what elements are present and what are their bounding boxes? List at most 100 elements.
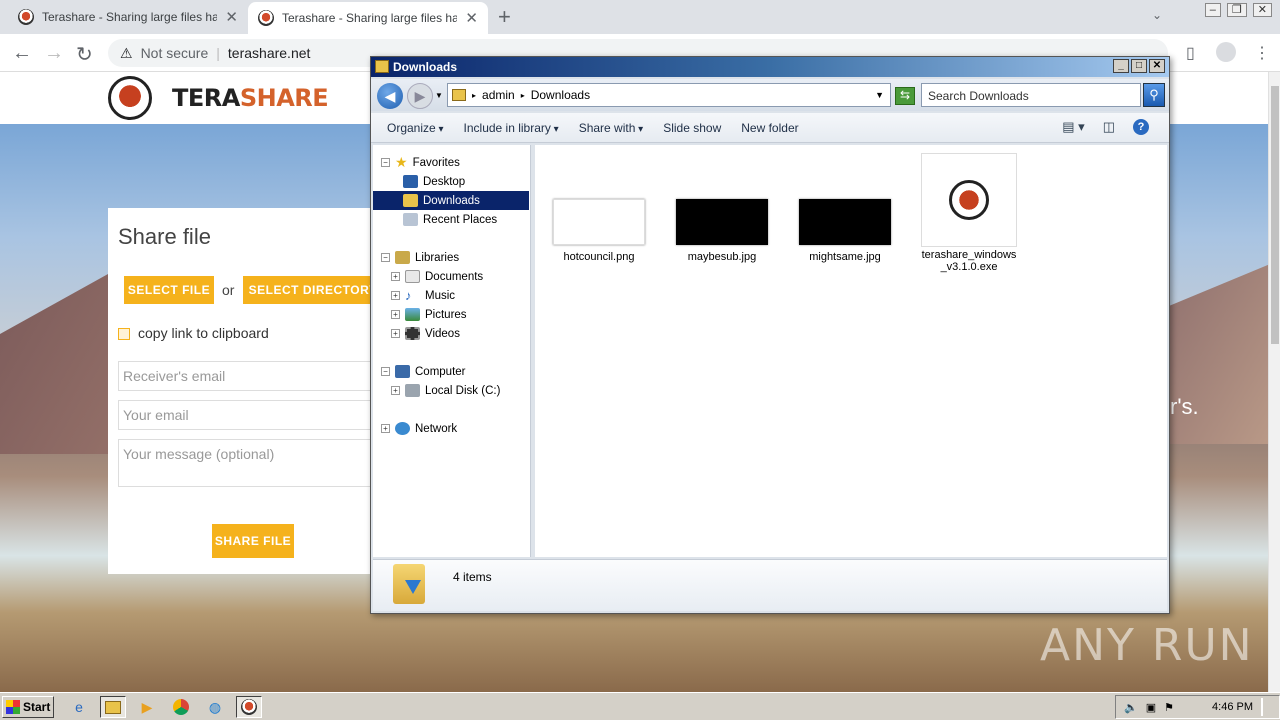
minimize-icon[interactable]: –	[1204, 3, 1221, 17]
select-file-button[interactable]: SELECT FILE	[124, 276, 214, 304]
terashare-taskbar-icon[interactable]	[236, 696, 262, 718]
refresh-icon[interactable]: ⇆	[895, 87, 915, 105]
search-downloads-input[interactable]: Search Downloads	[921, 83, 1141, 107]
recent-pages-chevron-icon[interactable]: ▼	[435, 91, 443, 100]
message-field[interactable]: Your message (optional)	[118, 439, 378, 487]
copy-link-checkbox[interactable]	[118, 328, 130, 340]
nav-local-disk[interactable]: + Local Disk (C:)	[373, 381, 529, 400]
chevron-right-icon[interactable]: ▸	[521, 91, 525, 100]
menu-kebab-icon[interactable]: ⋮	[1254, 43, 1270, 63]
nav-recent-places[interactable]: Recent Places	[373, 210, 529, 229]
share-title: Share file	[118, 224, 211, 249]
address-dropdown-icon[interactable]: ▼	[875, 90, 884, 100]
expand-icon[interactable]: +	[391, 310, 400, 319]
reload-icon[interactable]: ↻	[76, 42, 93, 67]
volume-icon[interactable]: 🔈	[1124, 701, 1138, 714]
file-name: mightsame.jpg	[809, 251, 881, 263]
nav-downloads[interactable]: Downloads	[373, 191, 529, 210]
nav-network[interactable]: + Network	[373, 419, 529, 438]
collapse-icon[interactable]: −	[381, 253, 390, 262]
browser-tab-active[interactable]: Terashare - Sharing large files has ne ✕	[248, 2, 488, 34]
nav-desktop[interactable]: Desktop	[373, 172, 529, 191]
collapse-icon[interactable]: −	[381, 367, 390, 376]
sidebar-icon[interactable]: ▯	[1186, 43, 1195, 63]
your-email-field[interactable]: Your email	[118, 400, 378, 430]
change-view-icon[interactable]: ▤ ▾	[1062, 119, 1084, 135]
expand-icon[interactable]: +	[391, 329, 400, 338]
scrollbar-thumb[interactable]	[1271, 86, 1279, 344]
nav-videos[interactable]: + Videos	[373, 324, 529, 343]
view-controls: ▤ ▾ ◫ ?	[1062, 119, 1149, 135]
breadcrumb-downloads[interactable]: Downloads	[531, 88, 590, 102]
expand-icon[interactable]: +	[391, 272, 400, 281]
terashare-favicon-icon	[18, 9, 34, 25]
profile-avatar-icon[interactable]	[1216, 42, 1236, 62]
security-label[interactable]: Not secure	[141, 45, 209, 61]
warning-icon[interactable]: ⚠	[120, 45, 133, 62]
share-with-menu[interactable]: Share with	[579, 121, 644, 135]
nav-favorites[interactable]: − ★ Favorites	[373, 153, 529, 172]
nav-pictures[interactable]: + Pictures	[373, 305, 529, 324]
restore-icon[interactable]: ❐	[1226, 3, 1247, 17]
minimize-icon[interactable]: _	[1113, 59, 1129, 73]
file-item[interactable]: terashare_windows_v3.1.0.exe	[919, 153, 1019, 273]
close-icon[interactable]: ✕	[1149, 59, 1165, 73]
network-tray-icon[interactable]: ▣	[1146, 701, 1156, 714]
explorer-taskbar-icon[interactable]	[100, 696, 126, 718]
help-icon[interactable]: ?	[1133, 119, 1149, 135]
breadcrumb[interactable]: ▸ admin ▸ Downloads ▼	[447, 83, 891, 107]
new-folder-button[interactable]: New folder	[741, 121, 798, 135]
file-item[interactable]: maybesub.jpg	[672, 199, 772, 263]
forward-arrow-icon[interactable]: →	[44, 42, 64, 65]
close-tab-icon[interactable]: ✕	[465, 9, 478, 27]
preview-pane-icon[interactable]: ◫	[1103, 119, 1115, 135]
copy-link-label[interactable]: copy link to clipboard	[138, 325, 269, 341]
share-file-button[interactable]: SHARE FILE	[212, 524, 294, 558]
collapse-icon[interactable]: −	[381, 158, 390, 167]
maximize-icon[interactable]: □	[1131, 59, 1147, 73]
brand-name[interactable]: TERASHARE	[172, 84, 329, 112]
select-directory-button[interactable]: SELECT DIRECTORY	[243, 276, 383, 304]
chrome-icon[interactable]	[168, 696, 194, 718]
share-file-card: Share file SELECT FILE or SELECT DIRECTO…	[108, 208, 408, 574]
nav-documents[interactable]: + Documents	[373, 267, 529, 286]
start-button[interactable]: Start	[2, 696, 54, 718]
nav-libraries[interactable]: − Libraries	[373, 248, 529, 267]
file-thumbnail	[799, 199, 891, 245]
clock[interactable]: 4:46 PM	[1212, 701, 1253, 713]
forward-button[interactable]: ▶	[407, 83, 433, 109]
explorer-window-controls: _ □ ✕	[1113, 59, 1165, 73]
flag-tray-icon[interactable]: ⚑	[1164, 701, 1174, 714]
file-thumbnail	[553, 199, 645, 245]
expand-icon[interactable]: +	[391, 386, 400, 395]
browser-tab[interactable]: Terashare - Sharing large files has ne ✕	[8, 0, 248, 34]
breadcrumb-admin[interactable]: admin	[482, 88, 515, 102]
file-item[interactable]: mightsame.jpg	[795, 199, 895, 263]
ie-icon[interactable]: e	[66, 696, 92, 718]
nav-music[interactable]: + ♪ Music	[373, 286, 529, 305]
slide-show-button[interactable]: Slide show	[663, 121, 721, 135]
close-window-icon[interactable]: ✕	[1252, 3, 1272, 17]
file-item[interactable]: hotcouncil.png	[549, 199, 649, 263]
show-desktop-button[interactable]	[1261, 698, 1271, 716]
url-text[interactable]: terashare.net	[228, 45, 311, 61]
anyrun-watermark: ANY RUN	[1040, 620, 1254, 671]
receiver-email-field[interactable]: Receiver's email	[118, 361, 378, 391]
close-tab-icon[interactable]: ✕	[225, 8, 238, 26]
search-icon[interactable]: ⚲	[1143, 83, 1165, 107]
tab-search-chevron-icon[interactable]: ⌄	[1152, 8, 1162, 22]
edge-icon[interactable]: ◍	[202, 696, 228, 718]
organize-menu[interactable]: Organize	[387, 121, 444, 135]
media-player-icon[interactable]: ▶	[134, 696, 160, 718]
expand-icon[interactable]: +	[381, 424, 390, 433]
page-scrollbar[interactable]	[1268, 72, 1280, 692]
back-button[interactable]: ◀	[377, 83, 403, 109]
new-tab-icon[interactable]: +	[498, 4, 511, 30]
terashare-logo-icon[interactable]	[108, 76, 152, 120]
chevron-right-icon[interactable]: ▸	[472, 91, 476, 100]
nav-computer[interactable]: − Computer	[373, 362, 529, 381]
include-in-library-menu[interactable]: Include in library	[464, 121, 559, 135]
back-arrow-icon[interactable]: ←	[12, 42, 32, 65]
expand-icon[interactable]: +	[391, 291, 400, 300]
explorer-titlebar[interactable]: Downloads _ □ ✕	[371, 57, 1169, 77]
